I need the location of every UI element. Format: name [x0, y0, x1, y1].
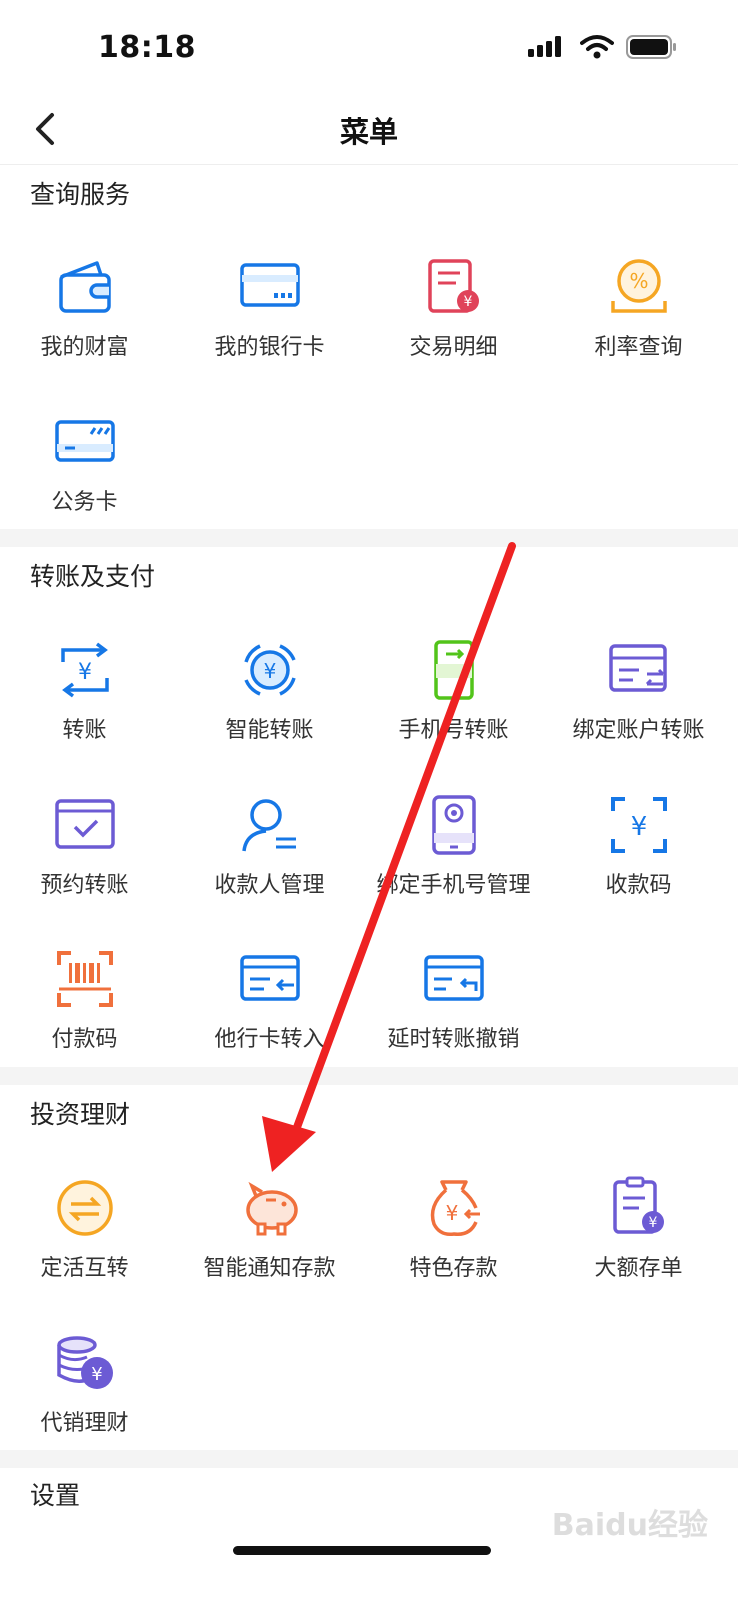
phone-binding-icon — [431, 795, 476, 855]
menu-item-label: 绑定账户转账 — [572, 718, 705, 743]
menu-item-payee-management[interactable]: 收款人管理 — [177, 793, 362, 899]
menu-item-label: 利率查询 — [594, 335, 683, 360]
svg-text:%: % — [629, 269, 648, 293]
menu-item-large-deposit[interactable]: ¥ 大额存单 — [546, 1176, 731, 1282]
status-icons — [528, 34, 678, 60]
transaction-detail-icon: ¥ — [427, 259, 479, 313]
payee-management-icon — [241, 799, 296, 852]
bound-account-transfer-icon — [608, 644, 667, 692]
menu-item-pay-code[interactable]: 付款码 — [0, 947, 177, 1053]
menu-item-label: 他行卡转入 — [214, 1027, 325, 1052]
menu-item-label: 收款码 — [605, 873, 672, 898]
menu-item-transfer[interactable]: ¥ 转账 — [0, 638, 177, 744]
menu-item-smart-notice-deposit[interactable]: 智能通知存款 — [177, 1176, 362, 1282]
home-indicator — [233, 1546, 491, 1555]
section-divider — [0, 1067, 738, 1085]
menu-item-label: 大额存单 — [594, 1256, 683, 1281]
menu-item-label: 智能转账 — [225, 718, 314, 743]
menu-item-smart-transfer[interactable]: ¥ 智能转账 — [177, 638, 362, 744]
section-title: 设置 — [30, 1481, 81, 1510]
bank-card-icon — [239, 263, 300, 307]
menu-item-label: 预约转账 — [40, 873, 129, 898]
svg-text:¥: ¥ — [78, 660, 92, 685]
menu-item-label: 公务卡 — [51, 490, 118, 515]
piggy-bank-icon — [245, 1181, 298, 1236]
official-card-icon — [54, 420, 115, 462]
menu-item-official-card[interactable]: 公务卡 — [0, 410, 177, 516]
nav-bar: 菜单 — [0, 95, 738, 165]
status-bar: 18:18 — [0, 0, 738, 95]
section-title: 投资理财 — [30, 1100, 131, 1129]
battery-icon — [626, 35, 676, 59]
page-title: 菜单 — [339, 115, 398, 149]
wifi-icon — [580, 35, 614, 59]
menu-item-scheduled-transfer[interactable]: 预约转账 — [0, 793, 177, 899]
menu-item-fixed-demand-switch[interactable]: 定活互转 — [0, 1176, 177, 1282]
section-title: 转账及支付 — [30, 562, 156, 591]
menu-item-label: 付款码 — [51, 1027, 118, 1052]
fixed-demand-switch-icon — [56, 1180, 113, 1236]
svg-text:¥: ¥ — [648, 1215, 657, 1231]
delayed-transfer-cancel-icon — [423, 955, 484, 1001]
phone-transfer-icon — [433, 640, 474, 700]
svg-text:¥: ¥ — [445, 1201, 458, 1225]
smart-transfer-icon: ¥ — [243, 644, 296, 696]
section-divider — [0, 529, 738, 547]
menu-item-special-deposit[interactable]: ¥ 特色存款 — [361, 1176, 546, 1282]
menu-item-label: 延时转账撤销 — [387, 1027, 520, 1052]
menu-item-label: 转账 — [62, 718, 107, 743]
menu-item-receive-code[interactable]: ¥ 收款码 — [546, 793, 731, 899]
menu-item-my-bank-card[interactable]: 我的银行卡 — [177, 255, 362, 361]
transfer-icon: ¥ — [60, 642, 109, 698]
menu-item-phone-binding[interactable]: 绑定手机号管理 — [361, 793, 546, 899]
menu-item-label: 手机号转账 — [398, 718, 509, 743]
menu-item-label: 代销理财 — [40, 1411, 129, 1436]
section-divider — [0, 1450, 738, 1468]
wallet-icon — [58, 261, 111, 313]
large-deposit-icon: ¥ — [612, 1176, 664, 1234]
status-time: 18:18 — [98, 30, 196, 65]
pay-code-icon — [56, 951, 113, 1007]
interest-rate-icon: % — [610, 259, 667, 313]
other-bank-transfer-in-icon — [239, 955, 300, 1001]
svg-text:¥: ¥ — [91, 1364, 102, 1385]
menu-item-delayed-transfer-cancel[interactable]: 延时转账撤销 — [361, 947, 546, 1053]
svg-text:¥: ¥ — [463, 294, 472, 310]
menu-item-phone-transfer[interactable]: 手机号转账 — [361, 638, 546, 744]
menu-item-label: 特色存款 — [409, 1256, 498, 1281]
menu-item-transaction-detail[interactable]: ¥ 交易明细 — [361, 255, 546, 361]
menu-item-label: 绑定手机号管理 — [376, 873, 531, 898]
svg-text:¥: ¥ — [630, 812, 647, 842]
menu-item-interest-rate[interactable]: % 利率查询 — [546, 255, 731, 361]
money-bag-icon: ¥ — [430, 1180, 480, 1237]
menu-item-label: 智能通知存款 — [203, 1256, 336, 1281]
menu-item-bound-account-transfer[interactable]: 绑定账户转账 — [546, 638, 731, 744]
receive-code-icon: ¥ — [610, 797, 667, 853]
signal-icon — [528, 36, 561, 57]
menu-item-my-wealth[interactable]: 我的财富 — [0, 255, 177, 361]
menu-item-label: 定活互转 — [40, 1256, 129, 1281]
menu-item-label: 交易明细 — [409, 335, 498, 360]
watermark: Baidu经验 — [551, 1508, 708, 1543]
scheduled-transfer-icon — [54, 799, 115, 849]
menu-item-label: 我的银行卡 — [214, 335, 325, 360]
menu-item-label: 收款人管理 — [214, 873, 325, 898]
svg-text:¥: ¥ — [263, 659, 276, 683]
menu-item-agency-finance[interactable]: ¥ 代销理财 — [0, 1331, 177, 1437]
coins-icon: ¥ — [56, 1336, 113, 1389]
section-title: 查询服务 — [30, 180, 131, 209]
menu-item-other-bank-transfer-in[interactable]: 他行卡转入 — [177, 947, 362, 1053]
menu-item-label: 我的财富 — [40, 335, 129, 360]
